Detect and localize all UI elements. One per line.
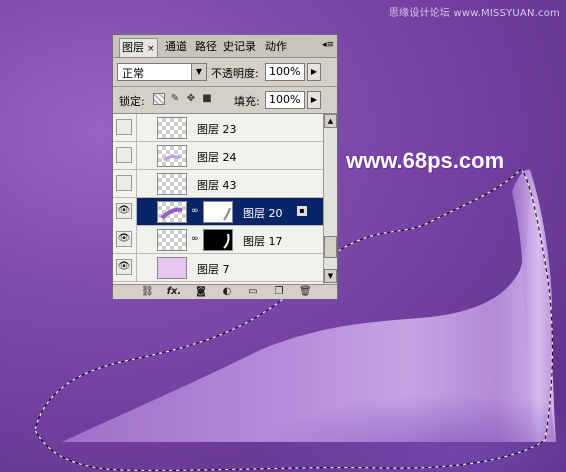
visibility-toggle[interactable] [116,147,132,163]
panel-footer: ⛓ fx. ◙ ◐ ▭ ❐ 🗑 [113,284,337,299]
opacity-arrow-button[interactable]: ▶ [307,63,321,81]
tab-history[interactable]: 史记录 [221,38,258,56]
layer-mask-thumbnail[interactable] [203,201,233,223]
blend-row: 正常 ▼ 不透明度: 100% ▶ [113,61,337,83]
eye-icon[interactable]: 👁 [116,231,132,247]
layer-name: 图层 43 [197,179,237,192]
layer-row[interactable]: 图层 24 [113,142,323,170]
opacity-label: 不透明度: [211,67,259,80]
tab-layers[interactable]: 图层 × [119,38,158,57]
visibility-cell [113,170,137,198]
visibility-cell: 👁 [113,198,137,226]
canvas: 思缘设计论坛 www.MISSYUAN.com www.68ps.com 图层 ×… [0,0,566,472]
new-layer-icon[interactable]: ❐ [273,286,285,298]
layer-name: 图层 23 [197,123,237,136]
scroll-up-icon[interactable]: ▲ [324,114,337,128]
layer-row-selected[interactable]: 👁 ∞ 图层 20 ▪ [113,198,323,226]
scroll-down-icon[interactable]: ▼ [324,269,337,283]
panel-tabbar: 图层 × 通道 路径 史记录 动作 ◂≡ [113,35,337,58]
layer-row[interactable]: 👁 ∞ 图层 17 [113,226,323,254]
close-icon[interactable]: × [147,44,155,54]
fill-arrow-button[interactable]: ▶ [307,91,321,109]
layer-thumbnail [157,117,187,139]
visibility-toggle[interactable] [116,119,132,135]
layer-row[interactable]: 图层 43 [113,170,323,198]
lock-transparent-icon[interactable] [153,93,165,105]
lock-paint-icon[interactable]: ✎ [169,93,181,105]
tab-label: 通道 [165,40,187,53]
fill-label: 填充: [234,95,260,108]
layers-scrollbar[interactable]: ▲ ▼ [323,114,337,284]
layer-name: 图层 20 [243,207,283,220]
watermark-center: www.68ps.com [346,148,505,173]
layer-thumbnail [157,173,187,195]
tab-label: 路径 [195,40,217,53]
visibility-cell [113,142,137,170]
opacity-input[interactable]: 100% [265,63,305,81]
layer-effect-icon: ▪ [297,206,307,216]
layer-name: 图层 24 [197,151,237,164]
adjustment-layer-icon[interactable]: ◐ [221,286,233,298]
watermark-top: 思缘设计论坛 www.MISSYUAN.com [388,8,560,19]
new-group-icon[interactable]: ▭ [247,286,259,298]
layer-list: 图层 23 图层 24 图层 43 👁 ∞ 图层 20 ▪ 👁 ∞ 图层 17 … [113,113,337,284]
tab-label: 图层 [122,41,144,54]
fill-input[interactable]: 100% [265,91,305,109]
visibility-cell: 👁 [113,254,137,282]
tab-channels[interactable]: 通道 [163,38,189,56]
tab-actions[interactable]: 动作 [263,38,289,56]
trash-icon[interactable]: 🗑 [299,286,312,298]
chevron-down-icon[interactable]: ▼ [191,64,206,80]
panel-menu-icon[interactable]: ◂≡ [322,40,334,50]
tab-label: 史记录 [223,40,256,53]
visibility-cell: 👁 [113,226,137,254]
visibility-cell [113,114,137,142]
lock-label: 锁定: [119,95,145,108]
layer-thumbnail [157,201,187,223]
tab-paths[interactable]: 路径 [193,38,219,56]
eye-icon[interactable]: 👁 [116,259,132,275]
chain-link-icon[interactable]: ∞ [191,234,199,246]
layer-thumbnail [157,229,187,251]
layer-name: 图层 17 [243,235,283,248]
blend-mode-select[interactable]: 正常 ▼ [117,63,207,81]
layer-thumbnail [157,145,187,167]
layer-mask-thumbnail[interactable] [203,229,233,251]
add-mask-icon[interactable]: ◙ [195,286,207,298]
lock-all-icon[interactable]: ■ [201,93,213,105]
fx-icon[interactable]: fx. [165,286,183,298]
tab-label: 动作 [265,40,287,53]
layers-panel: 图层 × 通道 路径 史记录 动作 ◂≡ 正常 ▼ 不透明度: 100% ▶ 锁定… [112,34,338,299]
layer-thumbnail [157,257,187,279]
visibility-toggle[interactable] [116,175,132,191]
scroll-thumb[interactable] [324,236,337,258]
layer-name: 图层 7 [197,263,230,276]
lock-row: 锁定: ✎ ✥ ■ 填充: 100% ▶ [113,89,337,111]
chain-link-icon[interactable]: ∞ [191,206,199,218]
lock-move-icon[interactable]: ✥ [185,93,197,105]
blend-mode-value: 正常 [122,67,144,80]
link-layers-icon[interactable]: ⛓ [141,286,154,298]
layer-row[interactable]: 👁 图层 7 [113,254,323,282]
layer-row[interactable]: 图层 23 [113,114,323,142]
eye-icon[interactable]: 👁 [116,203,132,219]
divider [113,86,337,87]
